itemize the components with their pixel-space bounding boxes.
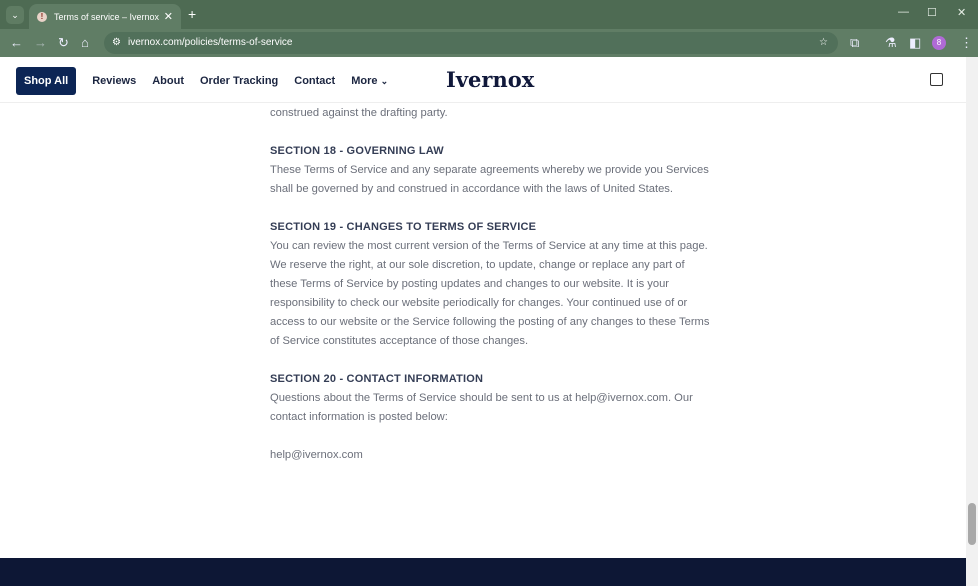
scrollbar-thumb[interactable] xyxy=(968,503,976,545)
close-window-icon[interactable]: ✕ xyxy=(957,6,966,19)
browser-tab[interactable]: ! Terms of service – Ivernox ✕ xyxy=(29,4,181,29)
home-icon[interactable]: ⌂ xyxy=(81,35,89,50)
intro-text: construed against the drafting party. xyxy=(270,107,448,119)
side-panel-icon[interactable]: ◧ xyxy=(909,35,921,51)
reload-icon[interactable]: ↻ xyxy=(58,35,69,51)
nav-shop-all[interactable]: Shop All xyxy=(16,67,77,95)
contact-email: help@ivernox.com xyxy=(270,449,363,461)
section-paragraph: We reserve the right, at our sole discre… xyxy=(270,259,710,347)
labs-flask-icon[interactable]: ⚗ xyxy=(885,35,897,51)
section-paragraph: These Terms of Service and any separate … xyxy=(270,164,709,195)
menu-kebab-icon[interactable]: ⋮ xyxy=(960,35,973,51)
url-text: ivernox.com/policies/terms-of-service xyxy=(128,37,293,48)
nav-about[interactable]: About xyxy=(152,75,184,87)
extensions-icon[interactable]: ⧉ xyxy=(850,35,859,51)
profile-avatar[interactable]: 8 xyxy=(932,36,946,50)
minimize-icon[interactable]: — xyxy=(898,6,909,18)
site-logo[interactable]: Ivernox xyxy=(446,67,534,92)
terms-content: construed against the drafting party. SE… xyxy=(270,104,710,465)
forward-icon[interactable]: → xyxy=(34,35,47,50)
browser-toolbar: ← → ↻ ⌂ ⚙ ivernox.com/policies/terms-of-… xyxy=(0,29,978,57)
address-bar[interactable]: ⚙ ivernox.com/policies/terms-of-service … xyxy=(104,32,838,54)
new-tab-button[interactable]: + xyxy=(188,6,196,22)
site-header: Shop All Reviews About Order Tracking Co… xyxy=(0,57,966,103)
section-title: SECTION 20 - CONTACT INFORMATION xyxy=(270,373,484,385)
tab-search-button[interactable]: ⌄ xyxy=(6,6,24,24)
back-icon[interactable]: ← xyxy=(10,35,23,50)
section-paragraph: You can review the most current version … xyxy=(270,240,708,252)
tab-bar: ⌄ ! Terms of service – Ivernox ✕ + — ☐ ✕ xyxy=(0,0,978,29)
nav-order-tracking[interactable]: Order Tracking xyxy=(200,75,278,87)
web-page: Shop All Reviews About Order Tracking Co… xyxy=(0,57,966,586)
nav-more[interactable]: More ⌄ xyxy=(351,75,388,87)
close-tab-icon[interactable]: ✕ xyxy=(164,10,173,23)
nav-more-label: More xyxy=(351,75,378,87)
site-favicon-icon: ! xyxy=(37,11,47,22)
section-paragraph: Questions about the Terms of Service sho… xyxy=(270,392,693,423)
chevron-down-icon: ⌄ xyxy=(380,76,389,86)
section-title: SECTION 18 - GOVERNING LAW xyxy=(270,145,444,157)
maximize-icon[interactable]: ☐ xyxy=(927,6,937,19)
nav-reviews[interactable]: Reviews xyxy=(92,75,136,87)
bookmark-star-icon[interactable]: ☆ xyxy=(819,32,828,54)
tab-title: Terms of service – Ivernox xyxy=(54,11,160,22)
section-title: SECTION 19 - CHANGES TO TERMS OF SERVICE xyxy=(270,221,537,233)
site-footer xyxy=(0,558,966,586)
nav-contact[interactable]: Contact xyxy=(294,75,335,87)
site-info-icon[interactable]: ⚙ xyxy=(112,32,121,54)
cart-icon[interactable] xyxy=(930,73,943,86)
